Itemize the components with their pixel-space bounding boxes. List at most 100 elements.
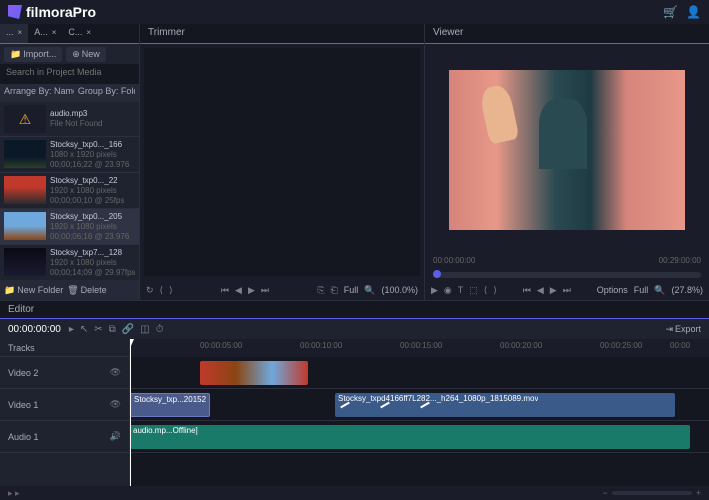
- play-icon[interactable]: ▶: [550, 285, 557, 296]
- ripple-icon[interactable]: ◫: [140, 324, 149, 335]
- timeline-ruler[interactable]: 00:00:05:00 00:00:10:00 00:00:15:00 00:0…: [130, 339, 709, 357]
- full-label[interactable]: Full: [344, 285, 359, 295]
- mark-in-icon[interactable]: ⟨: [160, 285, 164, 296]
- search-input[interactable]: [6, 67, 133, 77]
- media-item[interactable]: Stocksy_txp0..._221920 x 1080 pixels00;0…: [0, 173, 139, 209]
- next-icon[interactable]: ⏭: [261, 285, 269, 296]
- editor-title: Editor: [8, 304, 34, 315]
- new-folder-button[interactable]: 📁 New Folder: [4, 285, 63, 296]
- media-item[interactable]: Stocksy_txp0..._1661080 x 1920 pixels00;…: [0, 137, 139, 173]
- new-button[interactable]: ⊕ New: [66, 47, 106, 62]
- stop-icon[interactable]: ◉: [444, 285, 452, 296]
- track-row[interactable]: audio.mp...Offline]: [130, 421, 709, 453]
- arrange-by[interactable]: Arrange By: Name: [4, 86, 74, 100]
- viewer-zoom: (27.8%): [671, 285, 703, 295]
- media-tab-2[interactable]: C...×: [62, 24, 97, 43]
- snap-icon[interactable]: ⧉: [109, 324, 116, 335]
- logo-icon: [8, 5, 22, 19]
- clip-video2[interactable]: [200, 361, 308, 385]
- viewer-title: Viewer: [425, 24, 709, 44]
- user-icon[interactable]: 👤: [686, 5, 701, 19]
- track-row[interactable]: Stocksy_txp...2015223.mov Stocksy_txpd41…: [130, 389, 709, 421]
- trimmer-viewport[interactable]: [144, 48, 420, 276]
- insert-icon[interactable]: ⎘: [317, 285, 324, 296]
- export-button[interactable]: ⇥ Export: [665, 324, 701, 335]
- media-tab-1[interactable]: A...×: [28, 24, 62, 43]
- track-header-video1[interactable]: Video 1👁: [0, 389, 129, 421]
- media-name: audio.mp3: [50, 109, 135, 118]
- link-icon[interactable]: 🔗: [122, 324, 134, 335]
- track-row[interactable]: [130, 357, 709, 389]
- clip-audio[interactable]: audio.mp...Offline]: [130, 425, 690, 449]
- cart-icon[interactable]: 🛒: [663, 5, 678, 19]
- timecode[interactable]: 00:00:00:00: [8, 324, 61, 335]
- media-meta: 1920 x 1080 pixels: [50, 258, 135, 267]
- media-meta: 1920 x 1080 pixels: [50, 186, 135, 195]
- media-meta: 00;00;14;09 @ 29.97fps: [50, 268, 135, 277]
- collapse-icon[interactable]: ▸ ▸: [8, 488, 20, 499]
- media-thumb: [4, 105, 46, 133]
- text-icon[interactable]: T: [458, 285, 464, 295]
- prev-icon[interactable]: ⏮: [523, 285, 531, 296]
- mark-out-icon[interactable]: ⟩: [169, 285, 173, 296]
- media-meta: 00;00;00;10 @ 25fps: [50, 196, 135, 205]
- close-icon[interactable]: ×: [52, 28, 57, 37]
- viewer-time-end: 00:29:00:00: [659, 256, 701, 270]
- zoom-in-icon[interactable]: +: [696, 488, 701, 498]
- import-button[interactable]: 📁 Import...: [4, 47, 62, 62]
- track-header-audio1[interactable]: Audio 1🔊: [0, 421, 129, 453]
- app-name: filmoraPro: [26, 4, 96, 20]
- speaker-icon[interactable]: 🔊: [110, 431, 121, 442]
- clip-video1-a[interactable]: Stocksy_txp...2015223.mov: [130, 393, 210, 417]
- full-button[interactable]: Full: [634, 285, 649, 295]
- app-logo: filmoraPro: [8, 4, 96, 20]
- media-item[interactable]: audio.mp3File Not Found: [0, 102, 139, 137]
- close-icon[interactable]: ×: [18, 28, 23, 37]
- clip-video1-b[interactable]: Stocksy_txpd4166ff7L282..._h264_1080p_18…: [335, 393, 675, 417]
- media-item[interactable]: Stocksy_txp7..._1281920 x 1080 pixels00;…: [0, 245, 139, 280]
- options-button[interactable]: Options: [597, 285, 628, 295]
- mark-out-icon[interactable]: ⟩: [493, 285, 497, 296]
- overlay-icon[interactable]: ⎗: [331, 285, 338, 296]
- next-icon[interactable]: ⏭: [563, 285, 571, 296]
- step-back-icon[interactable]: ◀: [537, 285, 544, 296]
- trimmer-zoom: (100.0%): [381, 285, 418, 295]
- viewer-time-start: 00:00:00:00: [433, 256, 475, 270]
- media-tab-0[interactable]: ...×: [0, 24, 28, 43]
- tracks-label: Tracks: [0, 339, 129, 357]
- mark-in-icon[interactable]: ⟨: [484, 285, 488, 296]
- media-thumb: [4, 248, 46, 276]
- eye-icon[interactable]: 👁: [110, 399, 121, 410]
- viewer-preview[interactable]: [449, 70, 685, 230]
- media-meta: File Not Found: [50, 119, 135, 128]
- eye-icon[interactable]: 👁: [110, 367, 121, 378]
- close-icon[interactable]: ×: [86, 28, 91, 37]
- media-thumb: [4, 140, 46, 168]
- chevron-icon[interactable]: ▸: [69, 324, 74, 335]
- blade-icon[interactable]: ✂: [94, 324, 102, 335]
- track-header-video2[interactable]: Video 2👁: [0, 357, 129, 389]
- crop-icon[interactable]: ⬚: [469, 285, 478, 296]
- cursor-icon[interactable]: ↖: [80, 324, 88, 335]
- group-by[interactable]: Group By: Fold: [78, 86, 135, 100]
- zoom-slider[interactable]: [612, 491, 692, 495]
- media-name: Stocksy_txp0..._166: [50, 140, 135, 149]
- media-thumb: [4, 212, 46, 240]
- media-name: Stocksy_txp0..._205: [50, 212, 135, 221]
- play-icon[interactable]: ▶: [431, 285, 438, 296]
- trimmer-title: Trimmer: [140, 24, 424, 44]
- step-back-icon[interactable]: ◀: [235, 285, 242, 296]
- zoom-icon[interactable]: 🔍: [654, 285, 665, 296]
- play-icon[interactable]: ▶: [248, 285, 255, 296]
- loop-icon[interactable]: ↻: [146, 285, 154, 296]
- media-name: Stocksy_txp7..._128: [50, 248, 135, 257]
- zoom-out-icon[interactable]: −: [602, 488, 607, 498]
- media-item[interactable]: Stocksy_txp0..._2051920 x 1080 pixels00;…: [0, 209, 139, 245]
- viewer-scrubber[interactable]: [433, 272, 701, 278]
- prev-icon[interactable]: ⏮: [221, 285, 229, 296]
- delete-button[interactable]: 🗑 Delete: [67, 285, 106, 296]
- clock-icon[interactable]: ⏱: [156, 324, 164, 335]
- media-meta: 1920 x 1080 pixels: [50, 222, 135, 231]
- playhead[interactable]: [130, 339, 131, 486]
- zoom-icon[interactable]: 🔍: [364, 285, 375, 296]
